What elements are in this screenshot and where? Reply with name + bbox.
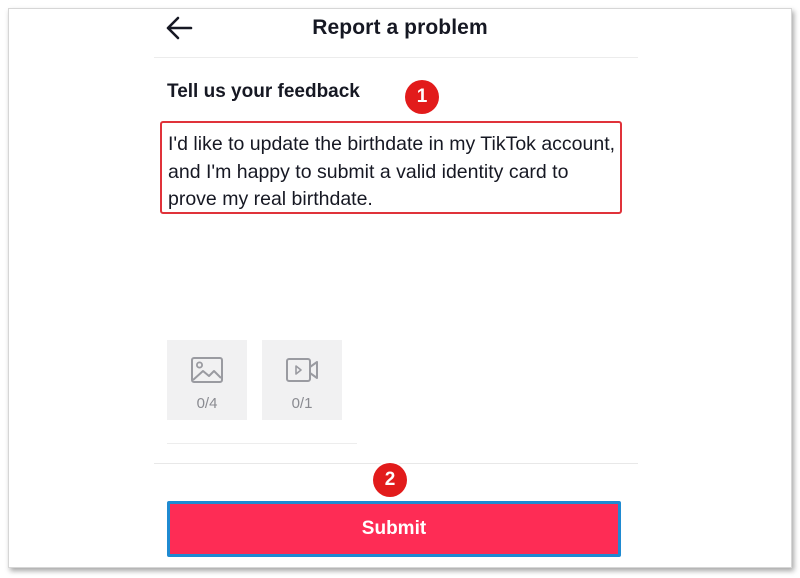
video-count: 0/1 bbox=[291, 395, 313, 412]
header-divider bbox=[154, 57, 638, 58]
step-1-badge: 1 bbox=[405, 80, 439, 114]
feedback-textarea[interactable]: I'd like to update the birthdate in my T… bbox=[160, 121, 622, 214]
page-title: Report a problem bbox=[312, 16, 488, 39]
add-photo-button[interactable]: 0/4 bbox=[167, 340, 247, 420]
add-video-button[interactable]: 0/1 bbox=[262, 340, 342, 420]
feedback-label: Tell us your feedback bbox=[167, 81, 360, 102]
header-bar: Report a problem bbox=[9, 9, 791, 57]
step-2-badge: 2 bbox=[373, 463, 407, 497]
attachments-divider bbox=[167, 443, 357, 444]
photo-count: 0/4 bbox=[196, 395, 218, 412]
submit-button[interactable]: Submit bbox=[167, 501, 621, 557]
app-window: Report a problem Tell us your feedback 1… bbox=[8, 8, 792, 568]
